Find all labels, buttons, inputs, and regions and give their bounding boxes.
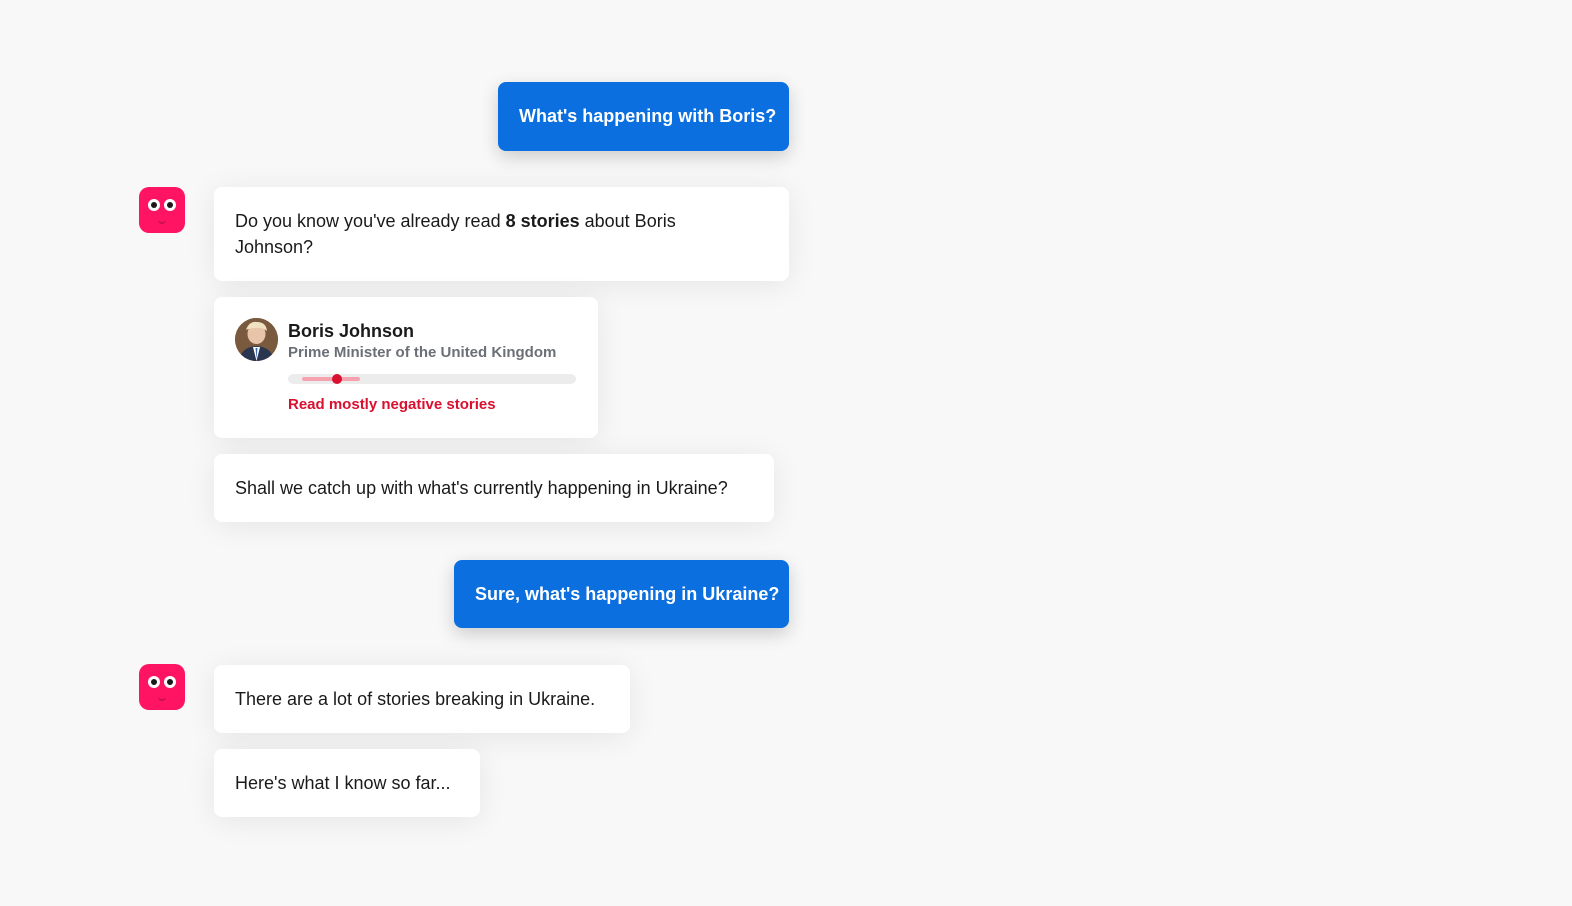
user-message-text: Sure, what's happening in Ukraine? (475, 584, 780, 604)
bot-message: There are a lot of stories breaking in U… (214, 665, 630, 733)
bot-avatar-icon (139, 664, 185, 710)
story-count: 8 stories (505, 211, 580, 231)
eye-icon (164, 676, 176, 688)
chat-thread: What's happening with Boris? Do you know… (0, 0, 1572, 906)
mouth-icon (158, 219, 166, 224)
bot-message: Shall we catch up with what's currently … (214, 454, 774, 522)
eye-icon (148, 676, 160, 688)
person-role: Prime Minister of the United Kingdom (288, 344, 557, 361)
person-photo (235, 318, 278, 361)
bot-message-text: Shall we catch up with what's currently … (235, 478, 728, 498)
sentiment-bar (288, 374, 576, 384)
user-message: Sure, what's happening in Ukraine? (454, 560, 789, 628)
person-name: Boris Johnson (288, 321, 415, 341)
person-photo-icon (235, 318, 278, 361)
bot-message: Here's what I know so far... (214, 749, 480, 817)
user-message: What's happening with Boris? (498, 82, 789, 151)
bot-message-text: There are a lot of stories breaking in U… (235, 689, 596, 709)
bot-message: Do you know you've already read 8 storie… (214, 187, 789, 281)
eye-icon (148, 199, 160, 211)
bot-message-text: Here's what I know so far... (235, 773, 451, 793)
sentiment-marker (331, 374, 342, 384)
user-message-text: What's happening with Boris? (519, 106, 777, 126)
person-card[interactable]: Boris Johnson Prime Minister of the Unit… (214, 297, 598, 438)
eye-icon (164, 199, 176, 211)
bot-message-text: Do you know you've already read (235, 211, 506, 231)
bot-avatar-icon (139, 187, 185, 233)
sentiment-label: Read mostly negative stories (288, 396, 496, 413)
mouth-icon (158, 696, 166, 701)
